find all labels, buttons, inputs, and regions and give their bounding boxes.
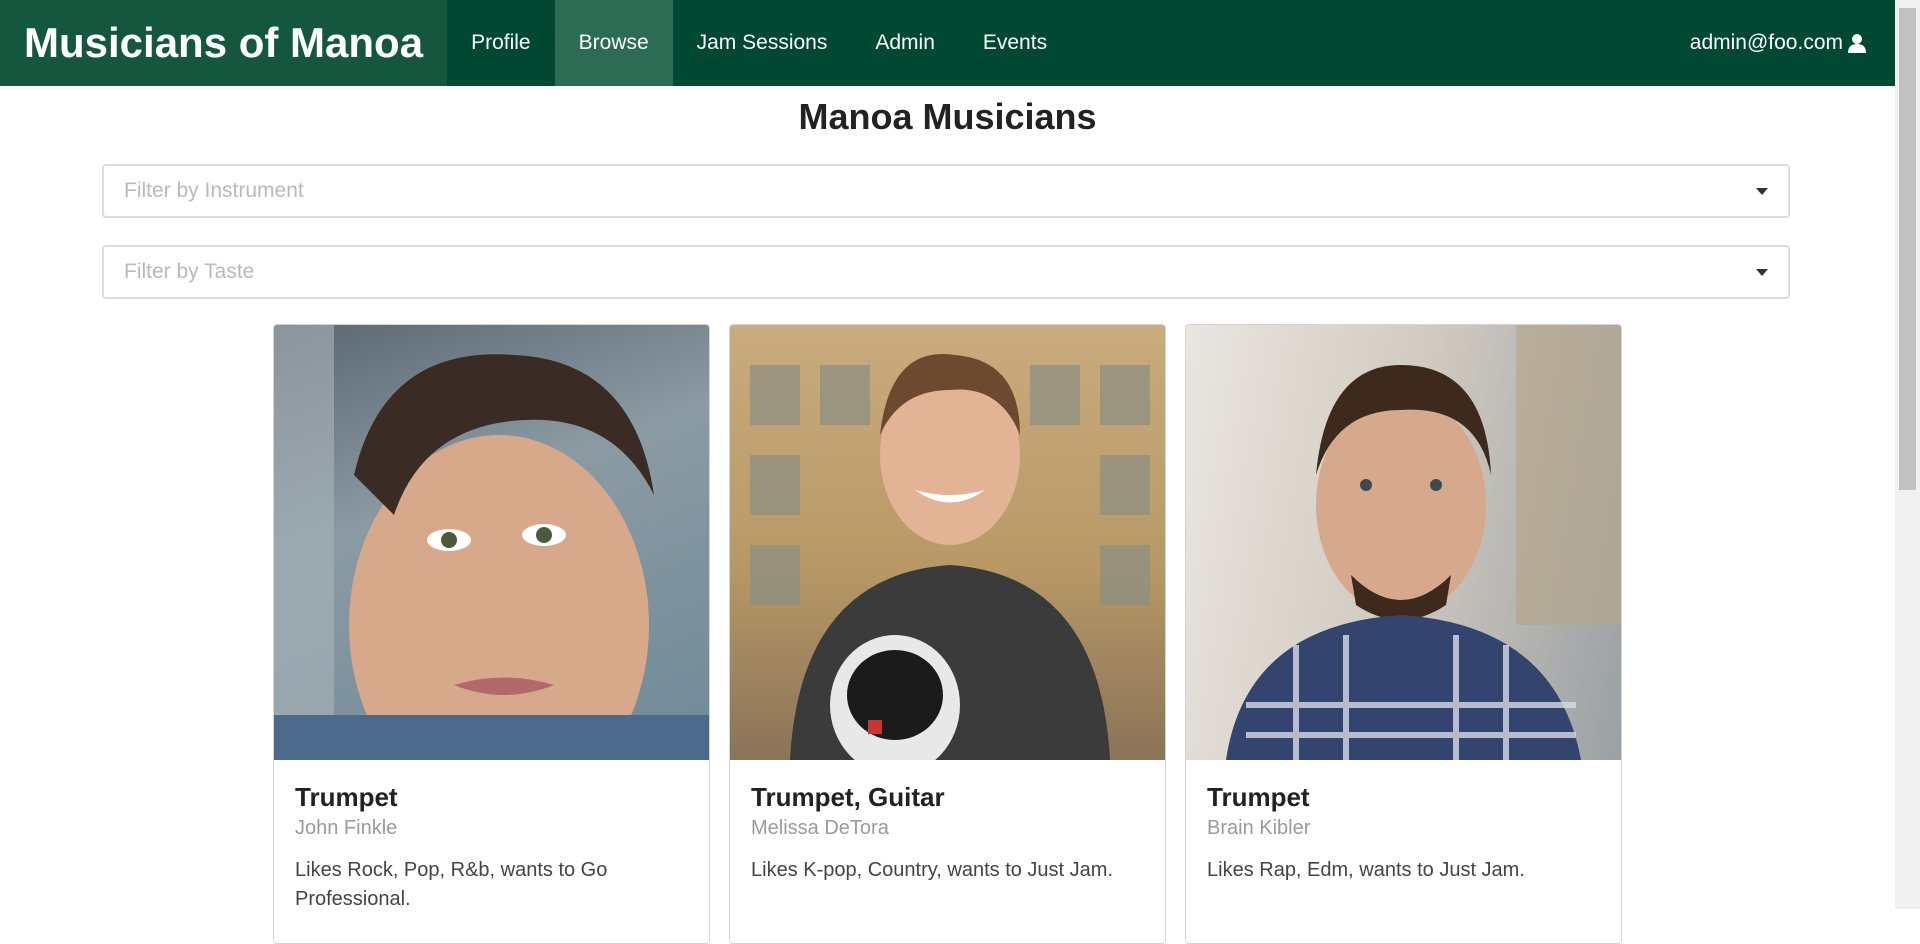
- dropdown-arrow-icon: [1756, 268, 1768, 276]
- musician-card[interactable]: Trumpet, Guitar Melissa DeTora Likes K-p…: [729, 324, 1166, 944]
- card-instruments: Trumpet, Guitar: [751, 782, 945, 812]
- musician-card[interactable]: Trumpet John Finkle Likes Rock, Pop, R&b…: [273, 324, 710, 944]
- user-icon: [1847, 33, 1867, 53]
- card-musician-name: Melissa DeTora: [751, 817, 889, 839]
- musician-photo: [274, 325, 709, 760]
- brand-logo[interactable]: Musicians of Manoa: [0, 0, 448, 86]
- card-description: Likes Rock, Pop, R&b, wants to Go Profes…: [295, 859, 608, 910]
- instrument-filter-dropdown[interactable]: Filter by Instrument: [102, 164, 1790, 218]
- taste-filter-dropdown[interactable]: Filter by Taste: [102, 245, 1790, 299]
- card-musician-name: Brain Kibler: [1207, 817, 1311, 839]
- musician-photo: [1186, 325, 1621, 760]
- nav-events[interactable]: Events: [959, 0, 1071, 86]
- card-instruments: Trumpet: [1207, 782, 1310, 812]
- taste-filter-placeholder: Filter by Taste: [124, 260, 255, 283]
- nav-admin[interactable]: Admin: [851, 0, 959, 86]
- nav-profile[interactable]: Profile: [447, 0, 555, 86]
- musician-card[interactable]: Trumpet Brain Kibler Likes Rap, Edm, wan…: [1185, 324, 1622, 944]
- card-description: Likes K-pop, Country, wants to Just Jam.: [751, 859, 1114, 881]
- card-instruments: Trumpet: [295, 782, 398, 812]
- musician-cards: Trumpet John Finkle Likes Rock, Pop, R&b…: [273, 324, 1622, 944]
- card-description: Likes Rap, Edm, wants to Just Jam.: [1207, 859, 1525, 881]
- nav-jam-sessions[interactable]: Jam Sessions: [673, 0, 852, 86]
- instrument-filter-placeholder: Filter by Instrument: [124, 179, 304, 202]
- nav-browse[interactable]: Browse: [554, 0, 673, 86]
- card-musician-name: John Finkle: [295, 817, 398, 839]
- page-title: Manoa Musicians: [798, 96, 1097, 137]
- top-navbar: Musicians of Manoa Profile Browse Jam Se…: [0, 0, 1895, 86]
- vertical-scrollbar-thumb[interactable]: [1899, 8, 1916, 490]
- user-menu[interactable]: admin@foo.com: [1690, 0, 1867, 86]
- user-email: admin@foo.com: [1689, 31, 1843, 54]
- musician-photo: [730, 325, 1165, 760]
- dropdown-arrow-icon: [1756, 187, 1768, 195]
